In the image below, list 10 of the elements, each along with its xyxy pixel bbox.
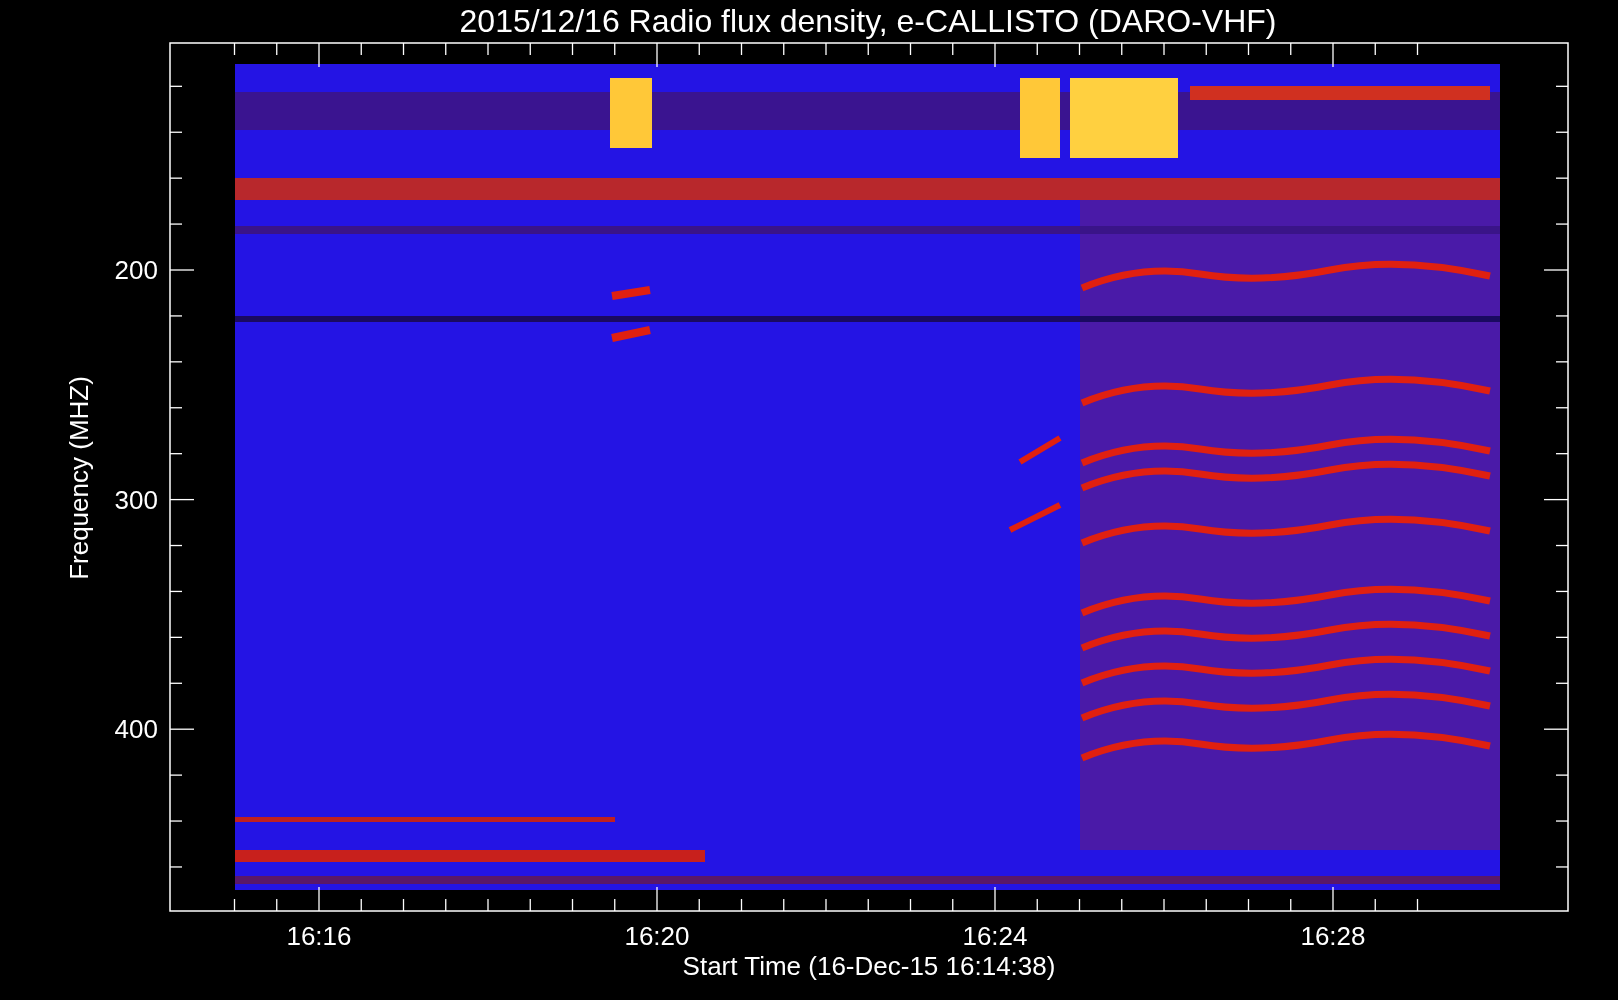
y-tick-label: 200 xyxy=(114,255,158,285)
x-axis-label: Start Time (16-Dec-15 16:14:38) xyxy=(682,951,1056,981)
x-tick-label: 16:28 xyxy=(1300,921,1366,951)
y-tick-label: 300 xyxy=(114,484,158,515)
x-tick-label: 16:20 xyxy=(624,921,690,951)
chart-title: 2015/12/16 Radio flux density, e-CALLISTO (DARO-VHF) xyxy=(459,3,1277,39)
x-tick-label: 16:24 xyxy=(962,921,1028,951)
x-tick-label: 16:16 xyxy=(286,921,352,951)
y-axis-label: Frequency (MHZ) xyxy=(64,376,94,580)
y-tick-label: 400 xyxy=(114,714,158,745)
